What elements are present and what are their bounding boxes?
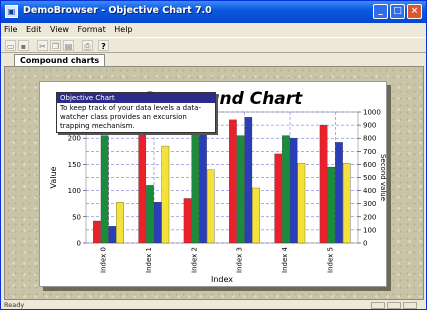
save-icon[interactable]: ▪ — [18, 40, 29, 51]
menu-edit[interactable]: Edit — [23, 23, 45, 34]
status-pane — [371, 302, 385, 309]
status-pane — [387, 302, 401, 309]
status-bar: Ready — [1, 301, 426, 310]
maximize-button[interactable]: □ — [390, 4, 405, 19]
x-tick-label: Index 2 — [190, 247, 198, 273]
bar-blue-2 — [199, 122, 207, 244]
bar-yellow-0 — [116, 201, 124, 244]
menu-help[interactable]: Help — [111, 23, 135, 34]
y2-tick-label: 800 — [363, 135, 376, 143]
bar-yellow-2 — [206, 169, 215, 244]
bar-yellow-5 — [342, 163, 351, 244]
tab-strip: Compound charts — [1, 53, 426, 67]
y-tick-label: 100 — [68, 187, 81, 195]
paste-icon[interactable]: ▤ — [63, 40, 74, 51]
y2-tick-label: 200 — [363, 213, 376, 221]
bar-green-3 — [236, 135, 245, 244]
y-tick-label: 200 — [68, 135, 81, 143]
application-window: ▣ DemoBrowser - Objective Chart 7.0 _ □ … — [0, 0, 427, 310]
toolbar: ▭ ▪ ✂ ❐ ▤ ⎙ ? — [1, 37, 426, 53]
bar-green-4 — [282, 135, 290, 244]
title-bar[interactable]: ▣ DemoBrowser - Objective Chart 7.0 _ □ … — [1, 1, 426, 23]
info-tooltip: Objective Chart To keep track of your da… — [56, 92, 216, 133]
y2-tick-label: 900 — [363, 122, 376, 130]
bar-green-1 — [146, 185, 154, 244]
y2-tick-label: 0 — [363, 240, 367, 248]
bar-red-2 — [183, 198, 192, 244]
menu-file[interactable]: File — [1, 23, 20, 34]
bar-blue-0 — [108, 226, 117, 244]
bar-red-0 — [93, 220, 101, 244]
y2-tick-label: 1000 — [363, 109, 381, 117]
close-button[interactable]: × — [407, 4, 422, 19]
x-tick-label: Index 5 — [326, 247, 334, 273]
status-text: Ready — [4, 301, 25, 309]
cut-icon[interactable]: ✂ — [37, 40, 48, 51]
bar-blue-1 — [153, 201, 162, 244]
window-title: DemoBrowser - Objective Chart 7.0 — [23, 5, 212, 16]
help-icon[interactable]: ? — [98, 40, 109, 51]
bar-red-5 — [319, 124, 328, 244]
tooltip-title: Objective Chart — [57, 93, 215, 103]
bar-blue-4 — [289, 138, 298, 244]
y-axis-label: Value — [49, 166, 58, 188]
bar-green-2 — [191, 132, 200, 244]
y2-tick-label: 100 — [363, 226, 376, 234]
y2-axis-label: Second value — [379, 154, 387, 201]
y-tick-label: 150 — [68, 161, 81, 169]
menu-view[interactable]: View — [47, 23, 72, 34]
bar-red-4 — [274, 153, 283, 244]
print-icon[interactable]: ⎙ — [82, 40, 93, 51]
status-pane — [403, 302, 417, 309]
y2-tick-label: 300 — [363, 200, 376, 208]
bar-green-0 — [100, 135, 109, 244]
bar-blue-3 — [244, 117, 253, 244]
x-tick-label: Index 1 — [145, 247, 153, 273]
y2-tick-label: 600 — [363, 161, 376, 169]
minimize-button[interactable]: _ — [373, 4, 388, 19]
x-tick-label: Index 3 — [236, 247, 244, 273]
x-axis-label: Index — [211, 275, 233, 284]
bar-red-1 — [138, 130, 147, 244]
tooltip-body: To keep track of your data levels a data… — [60, 104, 201, 130]
x-tick-label: Index 4 — [281, 246, 289, 272]
x-tick-label: Index 0 — [100, 247, 108, 273]
bar-yellow-4 — [297, 163, 306, 244]
menu-format[interactable]: Format — [75, 23, 109, 34]
app-icon[interactable]: ▣ — [5, 5, 18, 18]
bar-yellow-1 — [161, 145, 170, 244]
y-tick-label: 0 — [77, 240, 81, 248]
bar-blue-5 — [335, 142, 343, 244]
y2-tick-label: 500 — [363, 174, 376, 182]
y2-tick-label: 700 — [363, 148, 376, 156]
copy-icon[interactable]: ❐ — [50, 40, 61, 51]
y-tick-label: 50 — [72, 213, 81, 221]
menu-bar: File Edit View Format Help — [1, 23, 426, 37]
bar-green-5 — [327, 166, 336, 244]
bar-yellow-3 — [252, 187, 260, 244]
y2-tick-label: 400 — [363, 187, 376, 195]
new-icon[interactable]: ▭ — [5, 40, 16, 51]
bar-red-3 — [229, 119, 237, 244]
